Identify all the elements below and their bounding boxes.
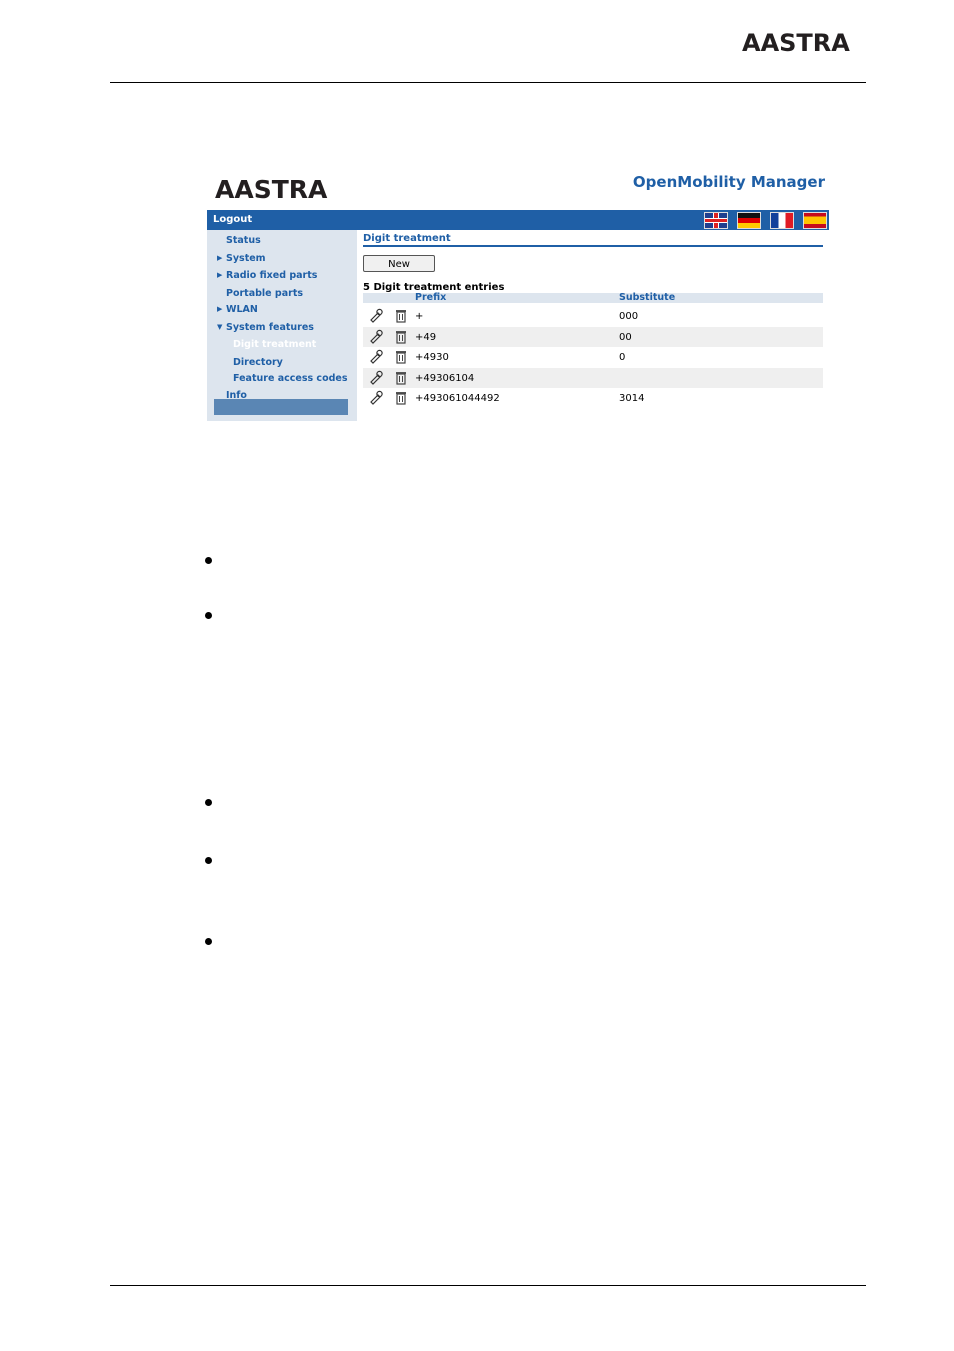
trash-icon[interactable] [394, 370, 408, 385]
aastra-logo: AASTRA [742, 31, 850, 55]
sidebar-item-label: System [226, 253, 266, 264]
trash-icon[interactable] [394, 349, 408, 364]
collapse-arrow-icon: ▼ [217, 323, 223, 331]
flag-uk-icon[interactable] [704, 212, 728, 229]
app-title: OpenMobility Manager [632, 173, 825, 191]
sidebar-item-label: Feature access codes [233, 373, 348, 384]
sidebar-item-label: Radio fixed parts [226, 270, 318, 281]
header-rule [110, 82, 866, 83]
table-row: +49306104 [363, 367, 823, 388]
table-row: +000 [363, 306, 823, 326]
edit-icon[interactable] [369, 390, 383, 405]
trash-icon[interactable] [394, 390, 408, 405]
sidebar-item-system[interactable]: ▶ System [217, 253, 266, 264]
prefix-cell: + [415, 311, 424, 322]
bullet-point [205, 938, 212, 945]
trash-icon[interactable] [394, 329, 408, 344]
openmobility-manager-window: AASTRA OpenMobility Manager Logout Statu… [207, 165, 829, 421]
sidebar-item-label: System features [226, 322, 314, 333]
aastra-logo-text: AASTRA [742, 29, 850, 57]
sidebar-item-directory[interactable]: Directory [233, 357, 283, 368]
edit-icon[interactable] [369, 370, 383, 385]
column-header-substitute[interactable]: Substitute [619, 293, 675, 303]
section-title: Digit treatment [363, 233, 451, 244]
top-bar: Logout [207, 210, 829, 230]
main-content: Digit treatment New 5 Digit treatment en… [363, 230, 823, 421]
sidebar-item-feature-access-codes[interactable]: Feature access codes [233, 373, 348, 384]
prefix-cell: +4930 [415, 352, 449, 363]
new-entry-button[interactable]: New [363, 255, 435, 272]
sidebar-item-label: Directory [233, 357, 283, 368]
edit-icon[interactable] [369, 308, 383, 323]
column-header-prefix[interactable]: Prefix [415, 293, 446, 303]
sidebar-item-label: Info [226, 390, 247, 401]
sidebar-item-label: WLAN [226, 304, 258, 315]
flag-germany-icon[interactable] [737, 212, 761, 229]
language-selector [704, 212, 827, 229]
sidebar-item-label: Portable parts [226, 288, 304, 299]
bullet-point [205, 857, 212, 864]
logout-link[interactable]: Logout [213, 214, 252, 225]
substitute-cell: 000 [619, 311, 639, 322]
sidebar-item-system-features[interactable]: ▼ System features [217, 322, 314, 333]
prefix-cell: +49 [415, 331, 437, 343]
sidebar-active-highlight [214, 399, 348, 415]
app-logo: AASTRA [215, 177, 327, 202]
expand-arrow-icon: ▶ [217, 271, 223, 279]
sidebar-item-info[interactable]: Info [226, 390, 247, 401]
substitute-cell: 3014 [619, 393, 645, 404]
flag-france-icon[interactable] [770, 212, 794, 229]
sidebar: Status ▶ System ▶ Radio fixed parts Port… [207, 230, 357, 421]
prefix-cell: +493061044492 [415, 393, 500, 404]
footer-rule [110, 1285, 866, 1286]
expand-arrow-icon: ▶ [217, 305, 223, 313]
sidebar-item-label: Status [226, 235, 261, 246]
section-divider [363, 245, 823, 247]
flag-spain-icon[interactable] [803, 212, 827, 229]
table-row: +493061044492 3014 [363, 388, 823, 408]
bullet-point [205, 557, 212, 564]
sidebar-item-label: Digit treatment [233, 339, 317, 350]
bullet-point [205, 799, 212, 806]
sidebar-item-wlan[interactable]: ▶ WLAN [217, 304, 258, 315]
substitute-cell: 00 [619, 331, 632, 343]
sidebar-item-status[interactable]: Status [226, 235, 261, 246]
table-header: Prefix Substitute [363, 293, 823, 303]
edit-icon[interactable] [369, 349, 383, 364]
table-row: +49 00 [363, 326, 823, 347]
sidebar-item-radio-fixed-parts[interactable]: ▶ Radio fixed parts [217, 270, 318, 281]
bullet-point [205, 612, 212, 619]
sidebar-item-digit-treatment[interactable]: Digit treatment [233, 339, 316, 350]
table-row: +4930 0 [363, 347, 823, 367]
prefix-cell: +49306104 [415, 372, 475, 384]
trash-icon[interactable] [394, 308, 408, 323]
app-logo-text: AASTRA [215, 175, 328, 204]
edit-icon[interactable] [369, 329, 383, 344]
substitute-cell: 0 [619, 352, 626, 363]
expand-arrow-icon: ▶ [217, 254, 223, 262]
sidebar-item-portable-parts[interactable]: Portable parts [226, 288, 303, 299]
